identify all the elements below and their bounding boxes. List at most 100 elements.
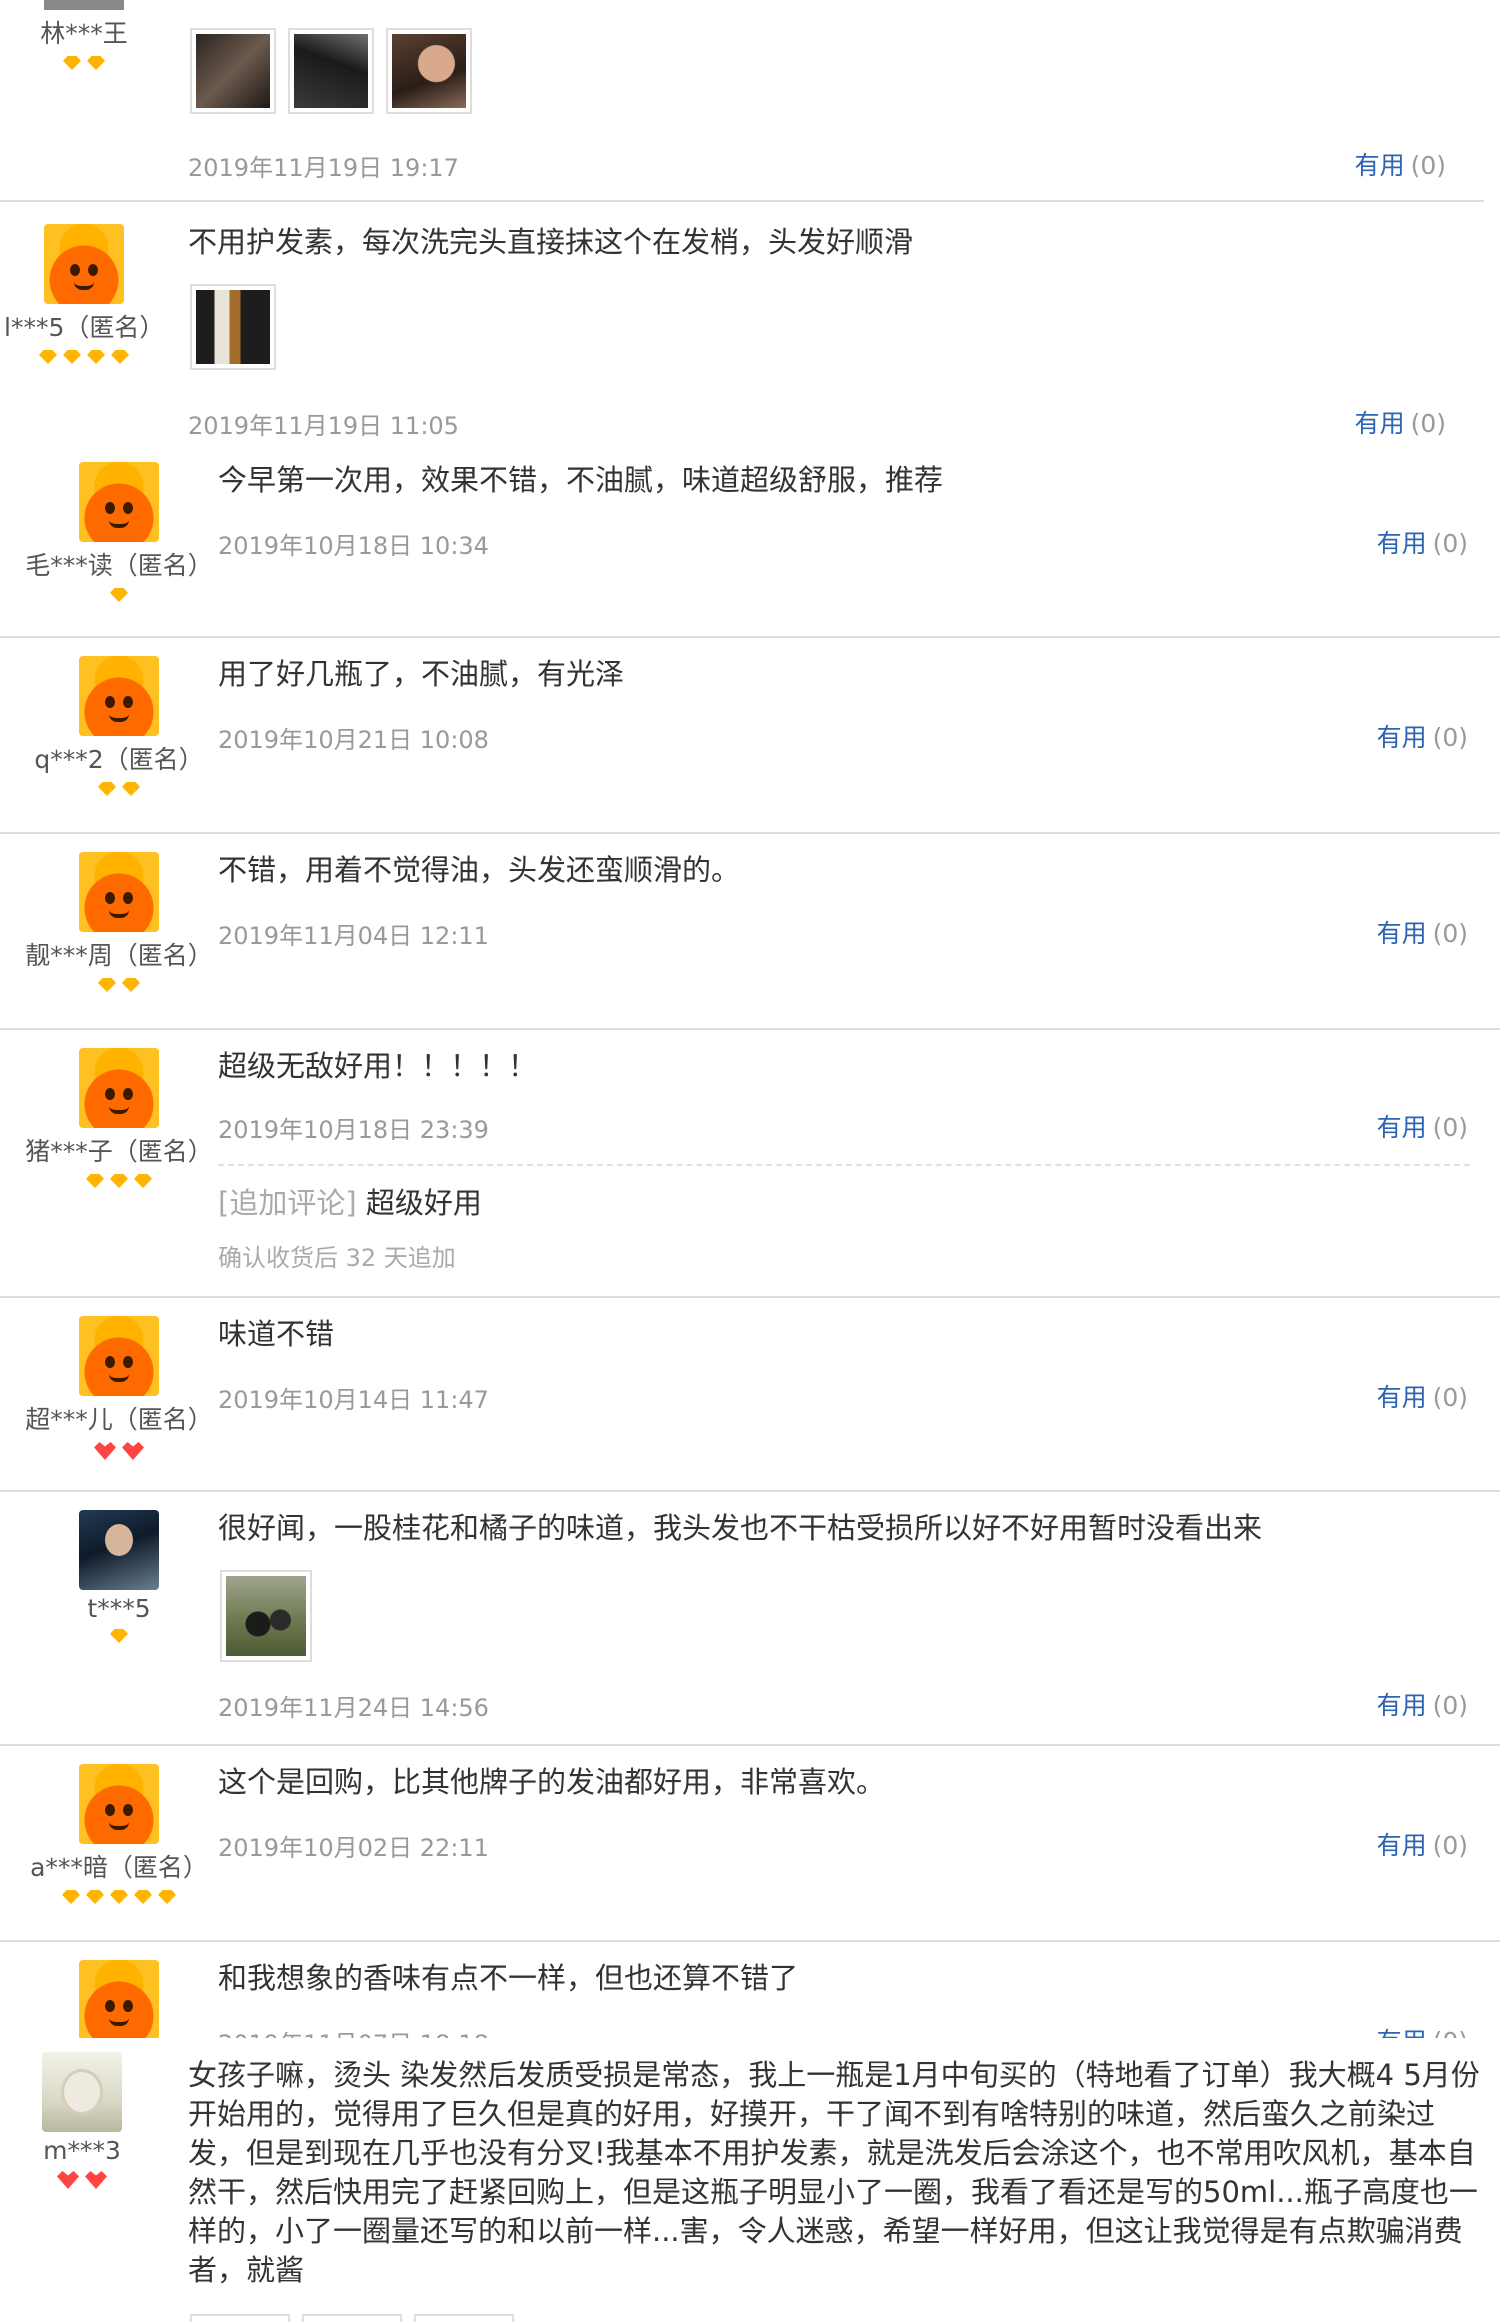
useful-button[interactable]: 有用(0) xyxy=(1355,404,1446,440)
useful-button[interactable]: 有用(0) xyxy=(1377,1826,1468,1862)
useful-label[interactable]: 有用 xyxy=(1377,723,1427,752)
diamond-icon xyxy=(63,56,81,70)
review-text: 不错，用着不觉得油，头发还蛮顺滑的。 xyxy=(218,853,741,887)
diamond-icon xyxy=(86,1890,104,1904)
review-date: 2019年10月18日 23:39 xyxy=(218,1116,489,1144)
useful-button[interactable]: 有用(0) xyxy=(1377,914,1468,950)
useful-label[interactable]: 有用 xyxy=(1355,409,1405,438)
diamond-icon xyxy=(62,1890,80,1904)
buyer-level-badges xyxy=(24,978,214,992)
review-text: 超级无敌好用！！！！！ xyxy=(218,1049,538,1083)
review-item: a***暗（匿名） 这个是回购，比其他牌子的发油都好用，非常喜欢。 2019年1… xyxy=(0,1746,1500,1942)
diamond-icon xyxy=(98,782,116,796)
review-item: t***5 很好闻，一股桂花和橘子的味道，我头发也不干枯受损所以好不好用暂时没看… xyxy=(0,1492,1500,1746)
review-image-thumb[interactable] xyxy=(302,2314,402,2322)
append-text: 超级好用 xyxy=(365,1186,482,1220)
buyer-level-badges xyxy=(22,2171,142,2189)
review-image-thumb[interactable] xyxy=(220,1570,312,1662)
buyer-level-badges xyxy=(24,1442,214,1460)
review-image-thumb[interactable] xyxy=(190,28,276,114)
useful-label[interactable]: 有用 xyxy=(1377,1383,1427,1412)
review-image-thumb[interactable] xyxy=(190,284,276,370)
username[interactable]: a***暗（匿名） xyxy=(24,1848,214,1884)
buyer-level-badges xyxy=(24,56,144,70)
avatar[interactable] xyxy=(44,0,124,10)
avatar[interactable] xyxy=(79,1764,159,1844)
useful-label[interactable]: 有用 xyxy=(1355,151,1405,180)
review-item: 超***儿（匿名） 味道不错 2019年10月14日 11:47 有用 (0) xyxy=(0,1298,1500,1492)
review-images xyxy=(190,2314,514,2322)
useful-button[interactable]: 有用(0) xyxy=(1377,718,1468,754)
avatar[interactable] xyxy=(79,852,159,932)
review-user: l***5（匿名） xyxy=(4,224,164,364)
review-text: 这个是回购，比其他牌子的发油都好用，非常喜欢。 xyxy=(218,1765,886,1799)
review-item: l***5（匿名） 不用护发素，每次洗完头直接抹这个在发梢，头发好顺滑 2019… xyxy=(0,202,1500,442)
review-item: q***2（匿名） 用了好几瓶了，不油腻，有光泽 2019年10月21日 10:… xyxy=(0,638,1500,834)
diamond-icon xyxy=(39,350,57,364)
avatar[interactable] xyxy=(44,224,124,304)
useful-button[interactable]: 有用(0) xyxy=(1377,1686,1468,1722)
avatar[interactable] xyxy=(79,656,159,736)
review-user: q***2（匿名） xyxy=(24,656,214,796)
useful-button[interactable]: 有用(0) xyxy=(1377,2022,1468,2038)
avatar[interactable] xyxy=(79,1048,159,1128)
append-review: [追加评论] 超级好用 xyxy=(218,1180,482,1222)
username[interactable]: 靓***周（匿名） xyxy=(24,936,214,972)
review-item: 毛***读（匿名） 今早第一次用，效果不错，不油腻，味道超级舒服，推荐 2019… xyxy=(0,442,1500,638)
buyer-level-badges xyxy=(24,1629,214,1643)
review-image-thumb[interactable] xyxy=(386,28,472,114)
useful-button[interactable]: 有用(0) xyxy=(1355,146,1446,182)
useful-count: (0) xyxy=(1432,723,1468,752)
review-item: 林***王 2019年11月19日 19:17 有用 (0) xyxy=(0,0,1500,202)
buyer-level-badges xyxy=(4,350,164,364)
avatar[interactable] xyxy=(79,1510,159,1590)
review-date: 2019年10月18日 10:34 xyxy=(218,532,489,560)
useful-count: (0) xyxy=(1432,1831,1468,1860)
useful-button[interactable]: 有用(0) xyxy=(1377,1108,1468,1144)
review-image-thumb[interactable] xyxy=(414,2314,514,2322)
review-text: 味道不错 xyxy=(218,1317,335,1351)
review-user: 靓***周（匿名） xyxy=(24,852,214,992)
username[interactable]: 超***儿（匿名） xyxy=(24,1400,214,1436)
review-image-thumb[interactable] xyxy=(190,2314,290,2322)
heart-icon xyxy=(85,2171,107,2189)
username[interactable]: l***5（匿名） xyxy=(4,308,164,344)
review-user: 猪***子（匿名） xyxy=(24,1048,214,1188)
review-text: 女孩子嘛，烫头 染发然后发质受损是常态，我上一瓶是1月中旬买的（特地看了订单）我… xyxy=(188,2058,1480,2287)
useful-label[interactable]: 有用 xyxy=(1377,1113,1427,1142)
diamond-icon xyxy=(63,350,81,364)
useful-label[interactable]: 有用 xyxy=(1377,2027,1427,2038)
useful-label[interactable]: 有用 xyxy=(1377,1831,1427,1860)
diamond-icon xyxy=(134,1890,152,1904)
buyer-level-badges xyxy=(24,588,214,602)
useful-label[interactable]: 有用 xyxy=(1377,919,1427,948)
review-images xyxy=(220,1570,312,1662)
diamond-icon xyxy=(110,1890,128,1904)
append-tag: [追加评论] xyxy=(218,1186,357,1220)
avatar[interactable] xyxy=(79,1960,159,2038)
diamond-icon xyxy=(110,588,128,602)
review-item: 猪***子（匿名） 超级无敌好用！！！！！ 2019年10月18日 23:39 … xyxy=(0,1030,1500,1298)
useful-label[interactable]: 有用 xyxy=(1377,1691,1427,1720)
diamond-icon xyxy=(87,350,105,364)
buyer-level-badges xyxy=(24,782,214,796)
useful-button[interactable]: 有用(0) xyxy=(1377,1378,1468,1414)
review-images xyxy=(190,284,276,370)
review-user xyxy=(24,1960,214,2038)
avatar[interactable] xyxy=(79,462,159,542)
username[interactable]: 林***王 xyxy=(24,14,144,50)
useful-label[interactable]: 有用 xyxy=(1377,529,1427,558)
avatar[interactable] xyxy=(79,1316,159,1396)
diamond-icon xyxy=(110,1174,128,1188)
avatar[interactable] xyxy=(42,2052,122,2132)
review-image-thumb[interactable] xyxy=(288,28,374,114)
review-text: 今早第一次用，效果不错，不油腻，味道超级舒服，推荐 xyxy=(218,463,944,497)
username[interactable]: t***5 xyxy=(24,1594,214,1623)
username[interactable]: m***3 xyxy=(22,2136,142,2165)
username[interactable]: 猪***子（匿名） xyxy=(24,1132,214,1168)
username[interactable]: 毛***读（匿名） xyxy=(24,546,214,582)
heart-icon xyxy=(57,2171,79,2189)
username[interactable]: q***2（匿名） xyxy=(24,740,214,776)
useful-button[interactable]: 有用(0) xyxy=(1377,524,1468,560)
append-note: 确认收货后 32 天追加 xyxy=(218,1244,456,1272)
